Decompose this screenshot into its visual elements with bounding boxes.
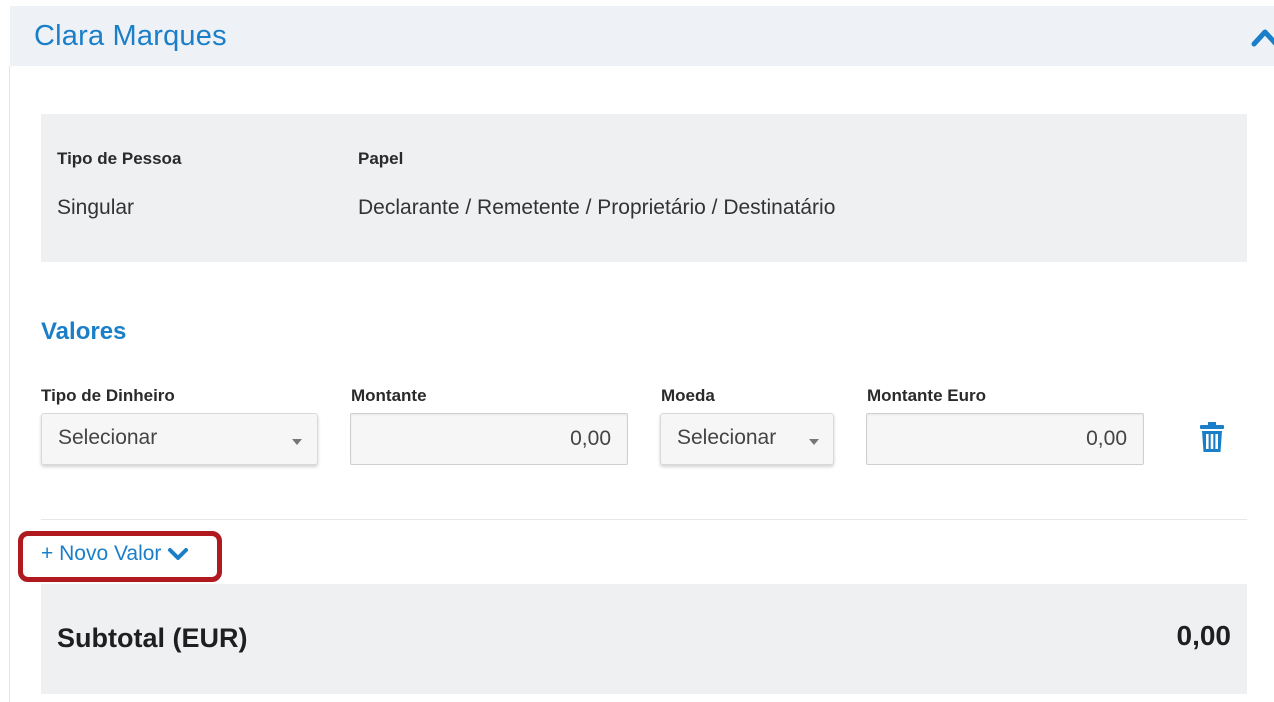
money-type-selected: Selecionar xyxy=(58,426,158,449)
trash-icon xyxy=(1200,422,1224,452)
collapse-button[interactable] xyxy=(1248,22,1274,52)
left-border xyxy=(9,66,10,702)
currency-label: Moeda xyxy=(661,386,715,405)
subtotal-value: 0,00 xyxy=(1176,620,1232,651)
currency-select[interactable]: Selecionar xyxy=(660,413,834,465)
subtotal-panel: Subtotal (EUR) 0,00 xyxy=(41,584,1247,694)
amount-euro-label: Montante Euro xyxy=(867,386,986,405)
chevron-down-icon xyxy=(168,548,189,560)
amount-value: 0,00 xyxy=(570,427,611,450)
subtotal-label: Subtotal (EUR) xyxy=(57,623,248,653)
delete-value-button[interactable] xyxy=(1199,421,1225,453)
add-value-button[interactable]: + Novo Valor xyxy=(41,540,189,568)
amount-label: Montante xyxy=(351,386,427,405)
person-type-value: Singular xyxy=(57,196,135,219)
amount-euro-value: 0,00 xyxy=(1086,427,1127,450)
amount-input[interactable]: 0,00 xyxy=(350,413,628,465)
add-value-label: + Novo Valor xyxy=(41,542,162,565)
money-type-select[interactable]: Selecionar xyxy=(41,413,318,465)
caret-down-icon xyxy=(292,439,302,445)
currency-selected: Selecionar xyxy=(677,426,777,449)
values-section-title: Valores xyxy=(41,318,127,345)
person-name-title: Clara Marques xyxy=(34,20,227,52)
section-divider xyxy=(41,519,1247,520)
role-label: Papel xyxy=(358,149,404,168)
caret-down-icon xyxy=(809,439,819,445)
role-value: Declarante / Remetente / Proprietário / … xyxy=(358,196,836,219)
chevron-up-icon xyxy=(1251,29,1274,47)
money-type-label: Tipo de Dinheiro xyxy=(41,386,175,405)
amount-euro-input[interactable]: 0,00 xyxy=(866,413,1144,465)
person-type-label: Tipo de Pessoa xyxy=(57,149,182,168)
person-info-panel: Tipo de Pessoa Singular Papel Declarante… xyxy=(41,114,1247,262)
person-card-header[interactable]: Clara Marques xyxy=(10,6,1274,66)
